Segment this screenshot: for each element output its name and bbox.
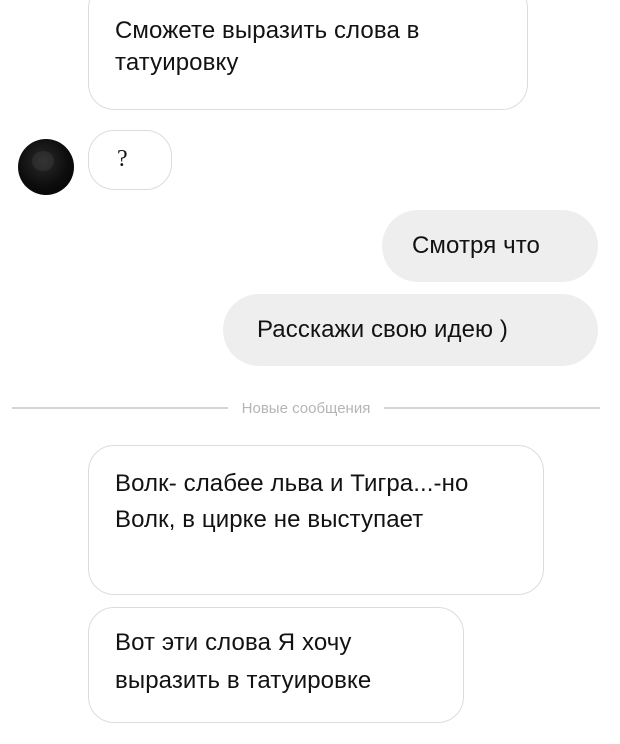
message-text: Вот эти слова Я хочу выразить в татуиров… [115, 629, 372, 694]
message-text: Сможете выразить слова в татуировку [115, 17, 420, 76]
message-text: Смотря что [412, 232, 540, 259]
avatar[interactable] [18, 139, 74, 195]
incoming-message[interactable]: Вот эти слова Я хочу выразить в татуиров… [88, 607, 464, 723]
outgoing-message[interactable]: Смотря что [382, 210, 598, 282]
divider-line [12, 407, 228, 409]
incoming-message[interactable]: ? [88, 130, 172, 190]
message-text: ? [117, 146, 128, 172]
divider-line [384, 407, 600, 409]
message-text: Расскажи свою идею ) [257, 316, 508, 343]
incoming-message[interactable]: Сможете выразить слова в татуировку [88, 0, 528, 110]
outgoing-message[interactable]: Расскажи свою идею ) [223, 294, 598, 366]
chat-thread: Сможете выразить слова в татуировку ? См… [0, 0, 620, 744]
new-messages-divider: Новые сообщения [12, 396, 600, 420]
incoming-message[interactable]: Волк- слабее льва и Тигра...-но Волк, в … [88, 445, 544, 595]
divider-label: Новые сообщения [241, 399, 371, 417]
message-text: Волк- слабее льва и Тигра...-но Волк, в … [115, 470, 469, 533]
